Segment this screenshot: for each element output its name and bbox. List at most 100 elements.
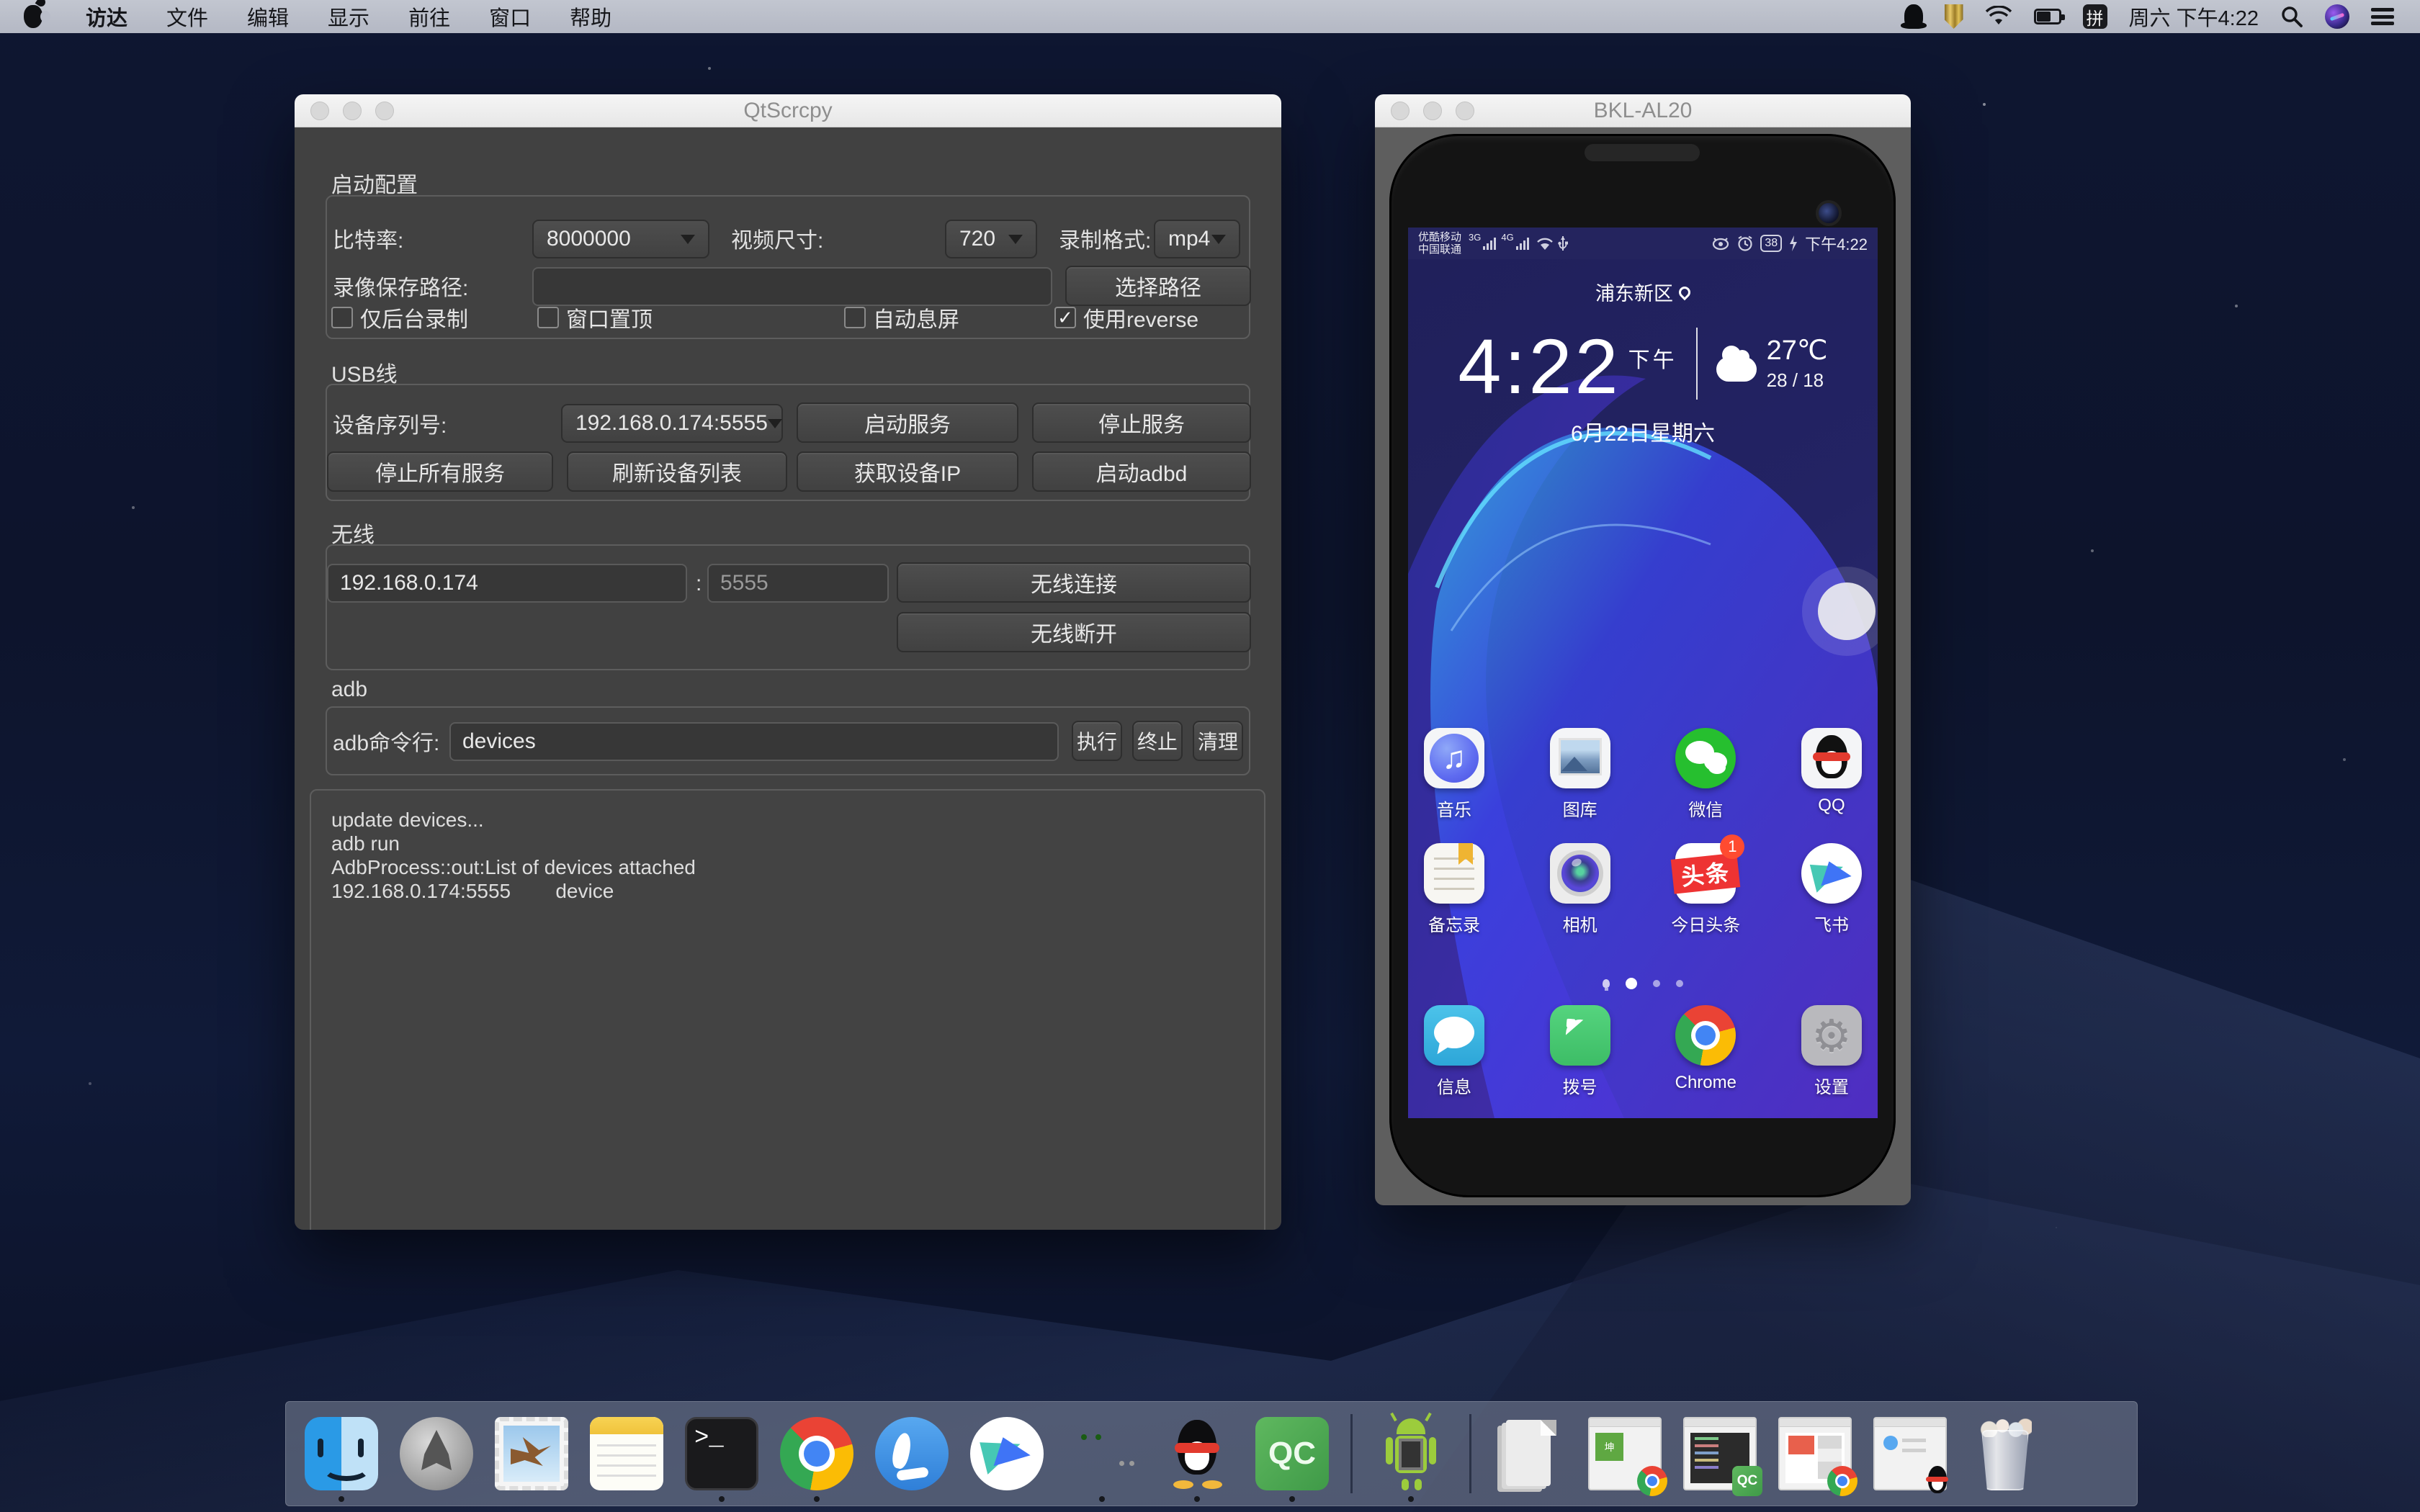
wireless-port-placeholder: 5555: [720, 571, 768, 595]
statusbar-time: 下午4:22: [1805, 232, 1868, 255]
checkbox-box[interactable]: [844, 307, 866, 328]
app-camera[interactable]: 相机: [1549, 843, 1611, 936]
adb-clear-button[interactable]: 清理: [1193, 721, 1243, 761]
checkbox-box[interactable]: [537, 307, 559, 328]
dock-terminal[interactable]: >_: [685, 1417, 758, 1490]
dock-minimized-window-3[interactable]: [1778, 1417, 1852, 1490]
start-service-button[interactable]: 启动服务: [797, 402, 1018, 443]
colon-separator: :: [696, 564, 702, 604]
wireless-connect-button[interactable]: 无线连接: [897, 562, 1251, 603]
checkbox-screen-off[interactable]: 自动息屏: [844, 302, 959, 333]
bitrate-select[interactable]: 8000000: [532, 220, 709, 258]
start-adbd-button[interactable]: 启动adbd: [1032, 451, 1251, 492]
checkbox-box[interactable]: [331, 307, 353, 328]
battery-menu-icon[interactable]: [2034, 0, 2061, 33]
dock-minimized-window-2[interactable]: QC: [1683, 1417, 1757, 1490]
menu-clock[interactable]: 周六 下午4:22: [2129, 0, 2259, 33]
dock-document-stack[interactable]: [1493, 1417, 1567, 1490]
checkbox-use-reverse[interactable]: ✓ 使用reverse: [1054, 302, 1198, 333]
wechat-app-icon: [1675, 728, 1736, 788]
get-device-ip-button[interactable]: 获取设备IP: [797, 451, 1018, 492]
zoom-button[interactable]: [375, 102, 394, 120]
record-path-input[interactable]: [532, 267, 1052, 306]
input-shield-icon[interactable]: [1945, 0, 1963, 33]
app-gallery[interactable]: 图库: [1549, 728, 1611, 821]
checkbox-always-on-top[interactable]: 窗口置顶: [537, 302, 653, 333]
phone-screen[interactable]: 优酷移动 中国联通 3G 4G: [1408, 228, 1878, 1118]
dock-minimized-window-4[interactable]: [1873, 1417, 1947, 1490]
dock-wechat[interactable]: [1065, 1417, 1139, 1490]
dock-launchpad[interactable]: [400, 1417, 473, 1490]
dock-mail[interactable]: [495, 1417, 568, 1490]
dock-android-scrcpy[interactable]: [1374, 1417, 1448, 1490]
widget-date: 6月22日星期六: [1408, 415, 1878, 447]
app-dialer[interactable]: 拨号: [1549, 1005, 1611, 1098]
adb-cmd-input[interactable]: devices: [449, 722, 1059, 761]
menu-finder[interactable]: 访达: [66, 0, 147, 33]
menu-window[interactable]: 窗口: [470, 0, 550, 33]
carrier-line2: 中国联通: [1418, 243, 1461, 256]
battery-icon: [2034, 9, 2061, 24]
qq-status-icon[interactable]: [1904, 0, 1923, 33]
dock-chrome[interactable]: [780, 1417, 853, 1490]
siri-button[interactable]: [2325, 0, 2349, 33]
clock-weather-widget[interactable]: 浦东新区 4:22 下午 27: [1408, 278, 1878, 447]
menu-view[interactable]: 显示: [308, 0, 389, 33]
wireless-disconnect-button[interactable]: 无线断开: [897, 612, 1251, 652]
adb-kill-button[interactable]: 终止: [1132, 721, 1183, 761]
qq-app-icon: [1801, 728, 1862, 788]
notification-center-button[interactable]: [2371, 0, 2394, 33]
phone-window-titlebar[interactable]: BKL-AL20: [1375, 94, 1911, 127]
adb-run-button[interactable]: 执行: [1072, 721, 1122, 761]
app-chrome[interactable]: Chrome: [1675, 1005, 1736, 1098]
app-label: 微信: [1688, 796, 1723, 821]
menu-file[interactable]: 文件: [147, 0, 228, 33]
feishu-icon: [970, 1417, 1044, 1490]
phone-mirror-window: BKL-AL20: [1375, 94, 1911, 1205]
serial-select[interactable]: 192.168.0.174:5555: [561, 404, 783, 443]
apple-menu[interactable]: [0, 0, 66, 33]
music-app-icon: [1424, 728, 1484, 788]
minimize-button[interactable]: [1423, 102, 1442, 120]
checkbox-box[interactable]: ✓: [1054, 307, 1076, 328]
checkbox-background-record[interactable]: 仅后台录制: [331, 302, 468, 333]
dock-minimized-window-1[interactable]: 坤: [1588, 1417, 1662, 1490]
close-button[interactable]: [1391, 102, 1410, 120]
stop-all-services-button[interactable]: 停止所有服务: [327, 451, 553, 492]
app-feishu[interactable]: 飞书: [1801, 843, 1863, 936]
menu-edit[interactable]: 编辑: [228, 0, 308, 33]
app-qq[interactable]: QQ: [1801, 728, 1863, 821]
dock-notes[interactable]: [590, 1417, 663, 1490]
input-method-menu[interactable]: 拼: [2083, 0, 2107, 33]
record-format-select[interactable]: mp4: [1154, 220, 1240, 258]
minimize-button[interactable]: [343, 102, 362, 120]
app-messages[interactable]: 信息: [1423, 1005, 1485, 1098]
wireless-ip-input[interactable]: 192.168.0.174: [327, 564, 687, 603]
section-launch-config: 启动配置: [331, 167, 418, 199]
choose-path-button[interactable]: 选择路径: [1065, 266, 1251, 306]
app-row-1: 音乐 图库 微信 QQ: [1408, 728, 1878, 821]
app-wechat[interactable]: 微信: [1675, 728, 1736, 821]
video-size-select[interactable]: 720: [945, 220, 1037, 258]
close-button[interactable]: [310, 102, 329, 120]
dock-qq[interactable]: [1160, 1417, 1234, 1490]
dock-feishu[interactable]: [970, 1417, 1044, 1490]
qtscrcpy-titlebar[interactable]: QtScrcpy: [295, 94, 1281, 127]
wifi-menu-icon[interactable]: [1985, 0, 2012, 33]
app-notes[interactable]: 备忘录: [1423, 843, 1485, 936]
dock-qtcreator[interactable]: QC: [1255, 1417, 1329, 1490]
wireless-port-input[interactable]: 5555: [707, 564, 889, 603]
running-indicator: [339, 1496, 344, 1502]
app-music[interactable]: 音乐: [1423, 728, 1485, 821]
spotlight-button[interactable]: [2280, 0, 2303, 33]
dock-finder[interactable]: [305, 1417, 378, 1490]
zoom-button[interactable]: [1456, 102, 1474, 120]
stop-service-button[interactable]: 停止服务: [1032, 402, 1251, 443]
app-settings[interactable]: ⚙ 设置: [1801, 1005, 1863, 1098]
dock-trash[interactable]: [1968, 1417, 2042, 1490]
menu-help[interactable]: 帮助: [550, 0, 631, 33]
dock-blue-seal-app[interactable]: [875, 1417, 949, 1490]
menu-go[interactable]: 前往: [389, 0, 470, 33]
app-toutiao[interactable]: 头条 1 今日头条: [1675, 843, 1736, 936]
refresh-devices-button[interactable]: 刷新设备列表: [567, 451, 787, 492]
